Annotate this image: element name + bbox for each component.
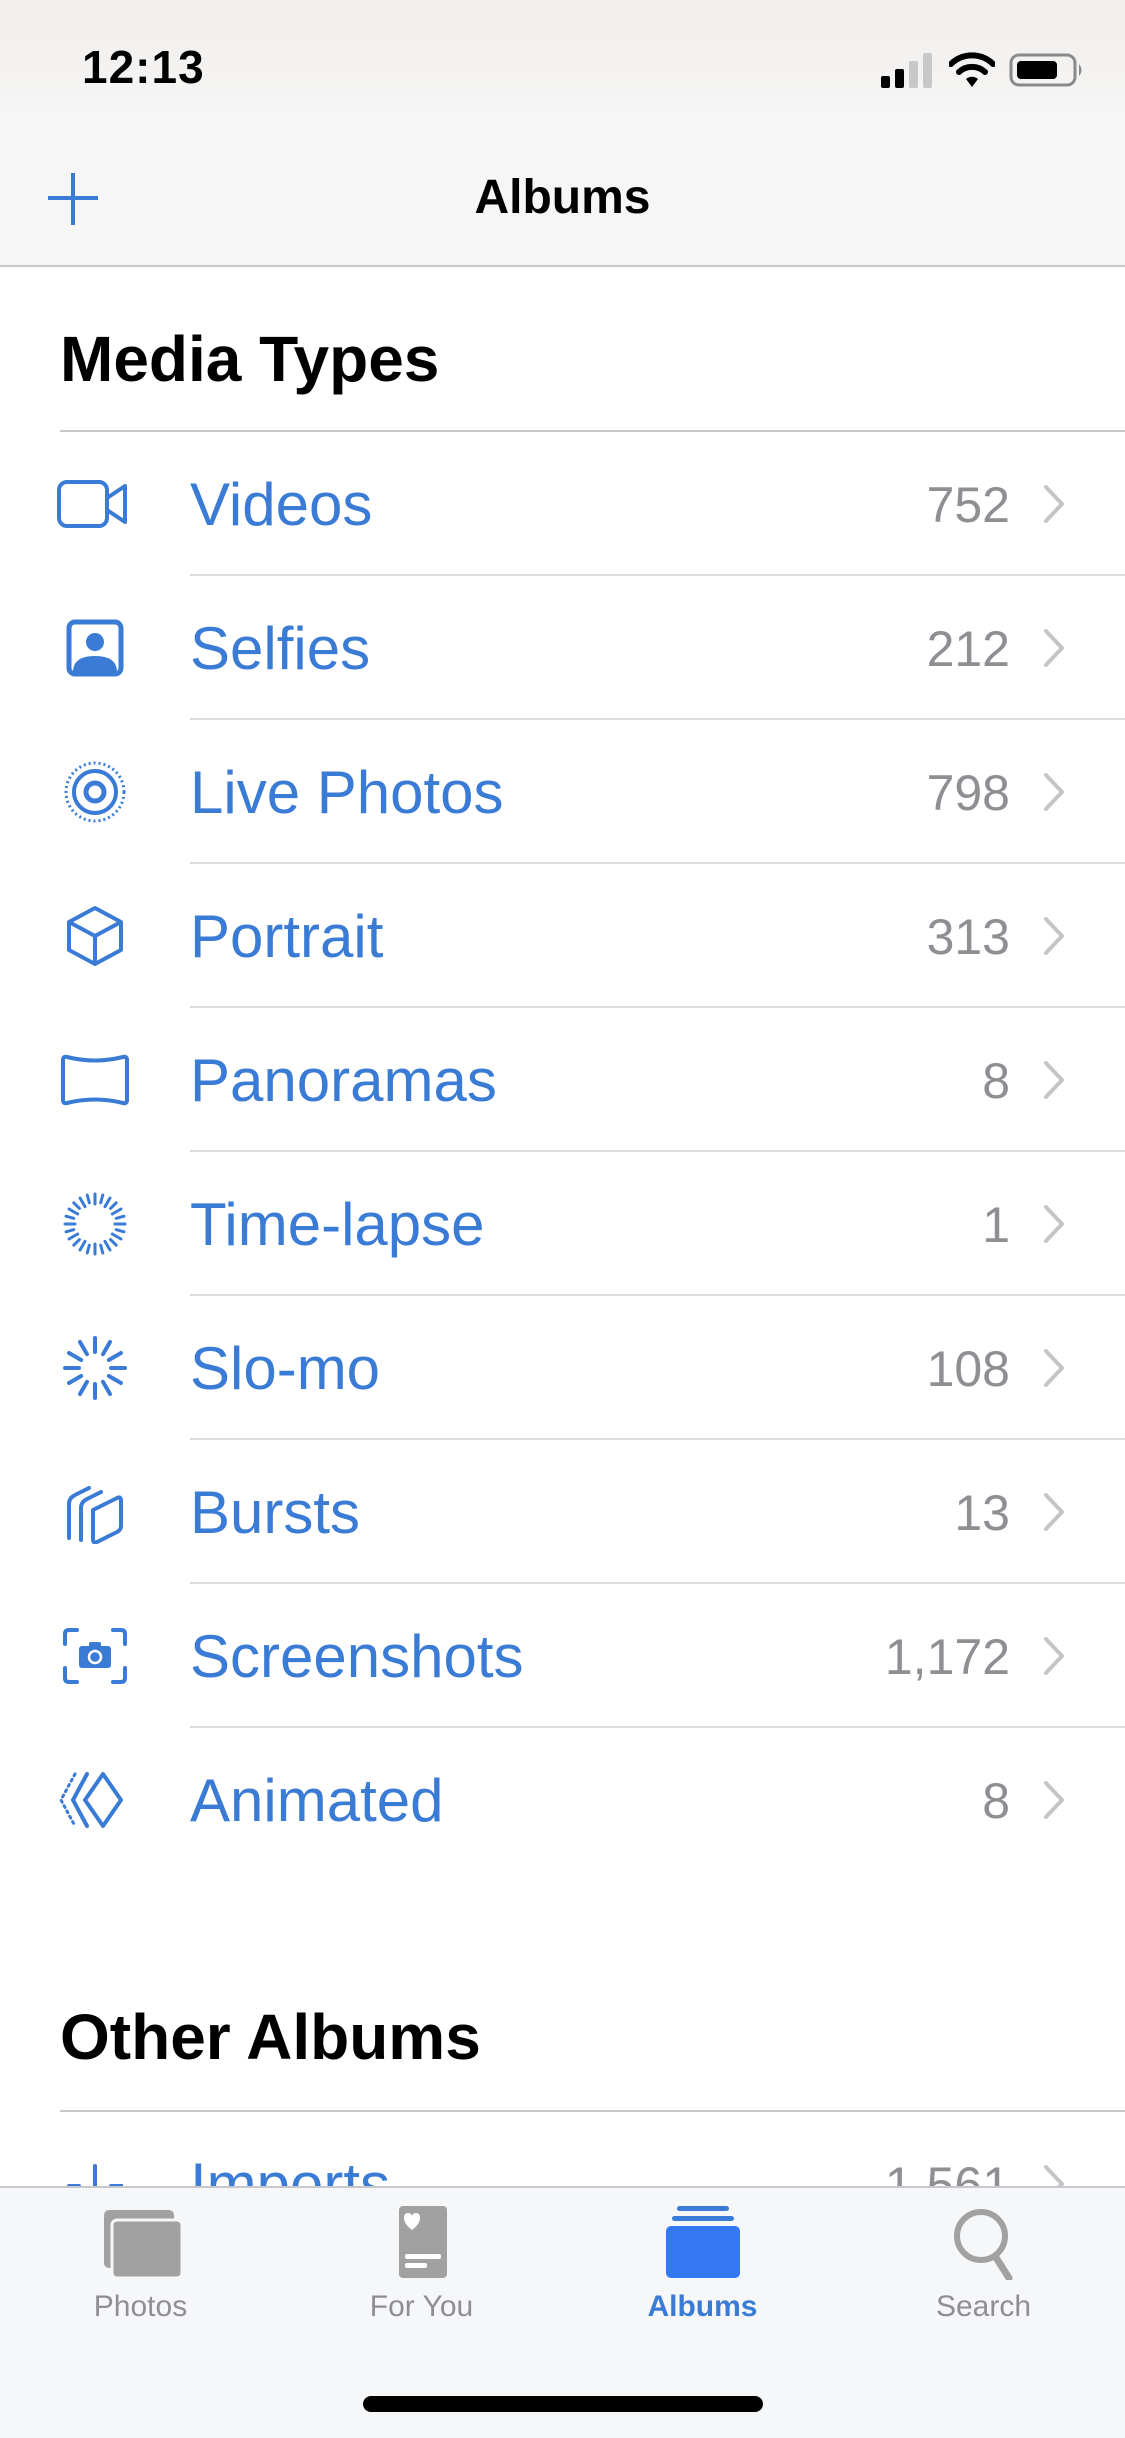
timelapse-icon — [63, 1192, 127, 1256]
album-label: Animated — [190, 1767, 444, 1834]
album-count: 313 — [926, 909, 1010, 965]
live-photo-icon — [64, 761, 126, 823]
chevron-right-icon — [1044, 1205, 1064, 1243]
animated-icon — [59, 1772, 123, 1828]
navigation-bar: 12:13 Albums — [0, 0, 1125, 267]
album-row-live-photos[interactable]: Live Photos 798 — [0, 720, 1125, 864]
album-count: 8 — [982, 1053, 1010, 1109]
album-label: Portrait — [190, 903, 384, 970]
album-row-time-lapse[interactable]: Time-lapse 1 — [0, 1152, 1125, 1296]
tab-search[interactable]: Search — [843, 2206, 1124, 2346]
album-label: Bursts — [190, 1479, 361, 1546]
album-count: 108 — [926, 1341, 1010, 1397]
tab-label: Photos — [93, 2290, 188, 2323]
album-label: Slo-mo — [190, 1335, 381, 1402]
album-label: Screenshots — [190, 1623, 524, 1690]
status-icons — [881, 50, 1085, 90]
chevron-right-icon — [1044, 1061, 1064, 1099]
section-title-other-albums: Other Albums — [60, 2001, 481, 2073]
status-time: 12:13 — [82, 41, 205, 93]
album-count: 1 — [982, 1197, 1010, 1253]
selfie-portrait-icon — [66, 619, 124, 677]
section-title-media-types: Media Types — [60, 323, 440, 395]
panorama-icon — [61, 1054, 129, 1106]
for-you-card-icon — [398, 2206, 447, 2278]
tab-label: Search — [935, 2290, 1032, 2323]
album-row-screenshots[interactable]: Screenshots 1,172 — [0, 1584, 1125, 1728]
tab-label: For You — [369, 2290, 474, 2323]
chevron-right-icon — [1044, 773, 1064, 811]
tab-albums[interactable]: Albums — [562, 2206, 843, 2346]
album-row-animated[interactable]: Animated 8 — [0, 1728, 1125, 1872]
album-label: Selfies — [190, 615, 371, 682]
album-row-panoramas[interactable]: Panoramas 8 — [0, 1008, 1125, 1152]
tab-photos[interactable]: Photos — [0, 2206, 281, 2346]
album-label: Time-lapse — [190, 1191, 485, 1258]
album-count: 752 — [926, 477, 1010, 533]
chevron-right-icon — [1044, 1637, 1064, 1675]
wifi-icon — [949, 52, 995, 87]
album-row-selfies[interactable]: Selfies 212 — [0, 576, 1125, 720]
chevron-right-icon — [1044, 1493, 1064, 1531]
cellular-signal-icon — [881, 53, 932, 88]
album-count: 13 — [954, 1485, 1010, 1541]
battery-icon — [1009, 53, 1082, 87]
chevron-right-icon — [1044, 917, 1064, 955]
chevron-right-icon — [1044, 485, 1064, 523]
album-row-portrait[interactable]: Portrait 313 — [0, 864, 1125, 1008]
album-row-slo-mo[interactable]: Slo-mo 108 — [0, 1296, 1125, 1440]
screenshot-icon — [63, 1628, 127, 1684]
slomo-icon — [63, 1336, 127, 1400]
bursts-icon — [67, 1486, 123, 1544]
album-label: Videos — [190, 471, 373, 538]
cube-icon — [67, 906, 123, 966]
tab-label: Albums — [647, 2290, 758, 2323]
album-count: 1,172 — [884, 1629, 1010, 1685]
album-row-videos[interactable]: Videos 752 — [0, 432, 1125, 576]
albums-folder-icon — [665, 2206, 740, 2278]
album-row-bursts[interactable]: Bursts 13 — [0, 1440, 1125, 1584]
chevron-right-icon — [1044, 629, 1064, 667]
page-title: Albums — [474, 171, 651, 224]
magnifying-glass-icon — [953, 2209, 1012, 2280]
home-indicator — [363, 2396, 763, 2412]
album-count: 8 — [982, 1773, 1010, 1829]
album-count: 798 — [926, 765, 1010, 821]
album-label: Live Photos — [190, 759, 504, 826]
video-camera-icon — [57, 480, 127, 528]
chevron-right-icon — [1044, 1781, 1064, 1819]
tab-for-you[interactable]: For You — [281, 2206, 562, 2346]
album-count: 212 — [926, 621, 1010, 677]
photos-stack-icon — [103, 2210, 183, 2280]
album-label: Panoramas — [190, 1047, 497, 1114]
chevron-right-icon — [1044, 1349, 1064, 1387]
